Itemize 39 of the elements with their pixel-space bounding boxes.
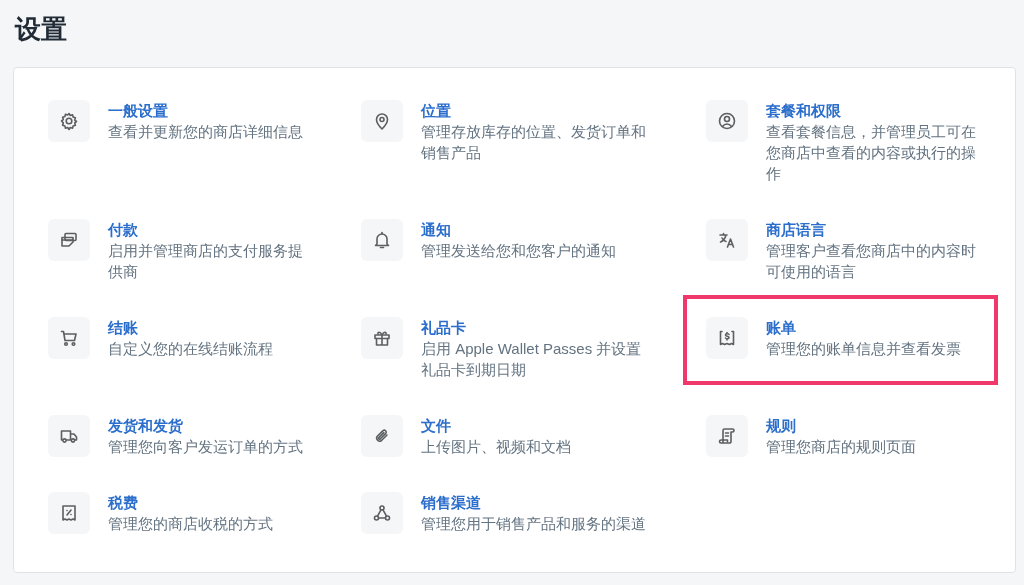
setting-description: 管理您的账单信息并查看发票 — [766, 339, 961, 359]
user-circle-icon — [717, 111, 737, 131]
setting-link[interactable]: 文件 — [421, 415, 451, 436]
setting-link[interactable]: 账单 — [766, 317, 796, 338]
gear-icon — [59, 111, 79, 131]
cart-icon — [59, 328, 79, 348]
setting-link[interactable]: 付款 — [108, 219, 138, 240]
setting-link[interactable]: 发货和发货 — [108, 415, 183, 436]
billing-receipt-icon — [717, 328, 737, 348]
setting-link[interactable]: 商店语言 — [766, 219, 826, 240]
setting-description: 上传图片、视频和文档 — [421, 437, 571, 457]
setting-description: 启用 Apple Wallet Passes 并设置礼品卡到期日期 — [421, 339, 643, 380]
setting-description: 管理您商店的规则页面 — [766, 437, 916, 457]
bell-icon — [372, 230, 392, 250]
setting-link[interactable]: 税费 — [108, 492, 138, 513]
channels-icon — [372, 503, 392, 523]
scroll-icon — [717, 426, 737, 446]
setting-description: 管理存放库存的位置、发货订单和销售产品 — [421, 122, 647, 163]
setting-link[interactable]: 位置 — [421, 100, 451, 121]
setting-description: 查看并更新您的商店详细信息 — [108, 122, 303, 142]
setting-link[interactable]: 结账 — [108, 317, 138, 338]
setting-link[interactable]: 套餐和权限 — [766, 100, 841, 121]
setting-link[interactable]: 规则 — [766, 415, 796, 436]
setting-description: 管理您用于销售产品和服务的渠道 — [421, 514, 646, 534]
translate-icon — [717, 230, 737, 250]
cards-icon — [59, 230, 79, 250]
setting-link[interactable]: 一般设置 — [108, 100, 168, 121]
setting-description: 查看套餐信息，并管理员工可在您商店中查看的内容或执行的操作 — [766, 122, 977, 184]
setting-description: 自定义您的在线结账流程 — [108, 339, 273, 359]
tax-receipt-icon — [59, 503, 79, 523]
setting-link[interactable]: 销售渠道 — [421, 492, 481, 513]
setting-description: 管理您向客户发运订单的方式 — [108, 437, 303, 457]
setting-link[interactable]: 通知 — [421, 219, 451, 240]
setting-description: 启用并管理商店的支付服务提供商 — [108, 241, 304, 282]
setting-description: 管理发送给您和您客户的通知 — [421, 241, 616, 261]
setting-link[interactable]: 礼品卡 — [421, 317, 466, 338]
page-title: 设置 — [13, 13, 68, 46]
setting-description: 管理您的商店收税的方式 — [108, 514, 273, 534]
setting-description: 管理客户查看您商店中的内容时可使用的语言 — [766, 241, 977, 282]
